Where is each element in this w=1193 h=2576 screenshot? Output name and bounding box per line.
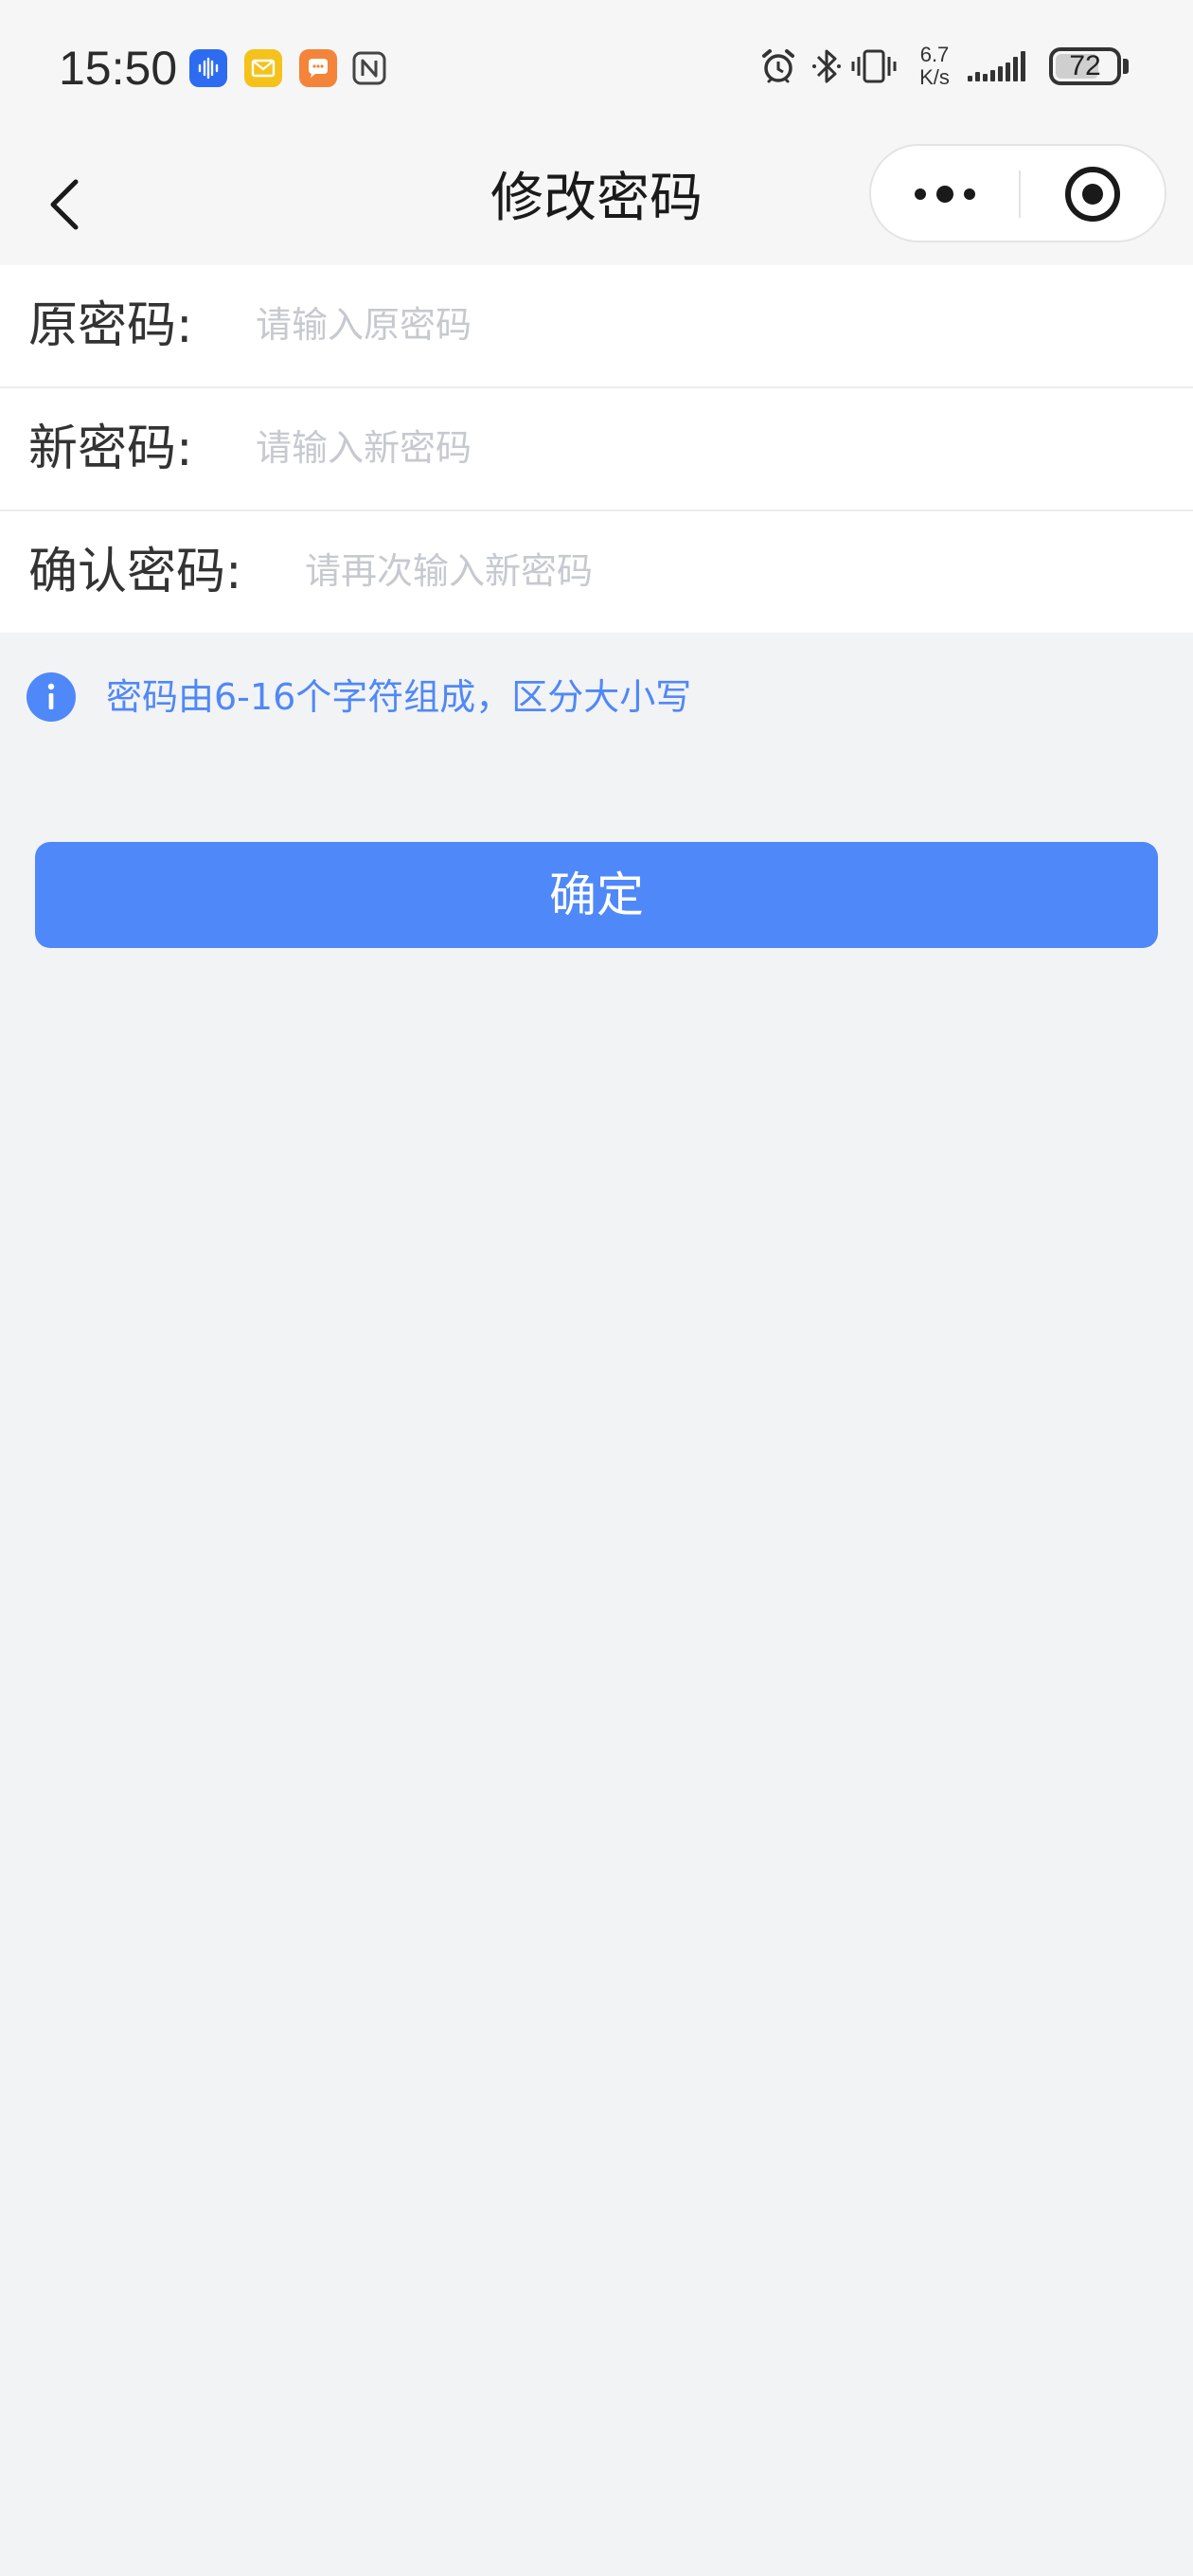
- battery-indicator: 72: [1049, 47, 1121, 85]
- target-close-icon: [1065, 167, 1120, 222]
- old-password-input[interactable]: [256, 294, 1032, 356]
- net-speed: 6.7 K/s: [914, 44, 955, 89]
- voice-assistant-icon: [189, 49, 227, 87]
- alarm-icon: [757, 45, 799, 91]
- confirm-password-input[interactable]: [305, 540, 1081, 602]
- chat-icon: [299, 49, 337, 87]
- new-password-input[interactable]: [256, 417, 1032, 479]
- mail-icon: [244, 49, 282, 87]
- net-speed-unit: K/s: [919, 65, 950, 89]
- signal-icon: [966, 47, 1036, 89]
- confirm-button[interactable]: 确定: [35, 842, 1158, 948]
- new-password-label: 新密码:: [28, 420, 193, 477]
- battery-cap: [1123, 59, 1129, 74]
- nfc-icon: [350, 49, 388, 87]
- hint-text: 密码由6-16个字符组成，区分大小写: [106, 676, 692, 718]
- bluetooth-icon: [810, 45, 843, 91]
- net-speed-value: 6.7: [919, 43, 950, 66]
- confirm-password-row: 确认密码:: [0, 511, 1193, 633]
- confirm-password-label: 确认密码:: [28, 544, 242, 600]
- password-form: 原密码: 新密码: 确认密码:: [0, 265, 1193, 633]
- new-password-row: 新密码:: [0, 388, 1193, 511]
- mini-program-capsule: [869, 144, 1166, 242]
- navigation-bar: 修改密码: [0, 133, 1193, 265]
- more-dots-icon: [915, 186, 975, 203]
- status-time: 15:50: [59, 42, 178, 95]
- status-bar: 15:50 6.7 K/s 72: [0, 0, 1193, 133]
- close-mini-program-button[interactable]: [1021, 146, 1165, 241]
- old-password-row: 原密码:: [0, 265, 1193, 388]
- battery-level-text: 72: [1069, 50, 1101, 81]
- vibrate-icon: [850, 45, 898, 91]
- info-icon: [27, 672, 76, 722]
- old-password-label: 原密码:: [28, 297, 193, 354]
- more-button[interactable]: [871, 146, 1019, 241]
